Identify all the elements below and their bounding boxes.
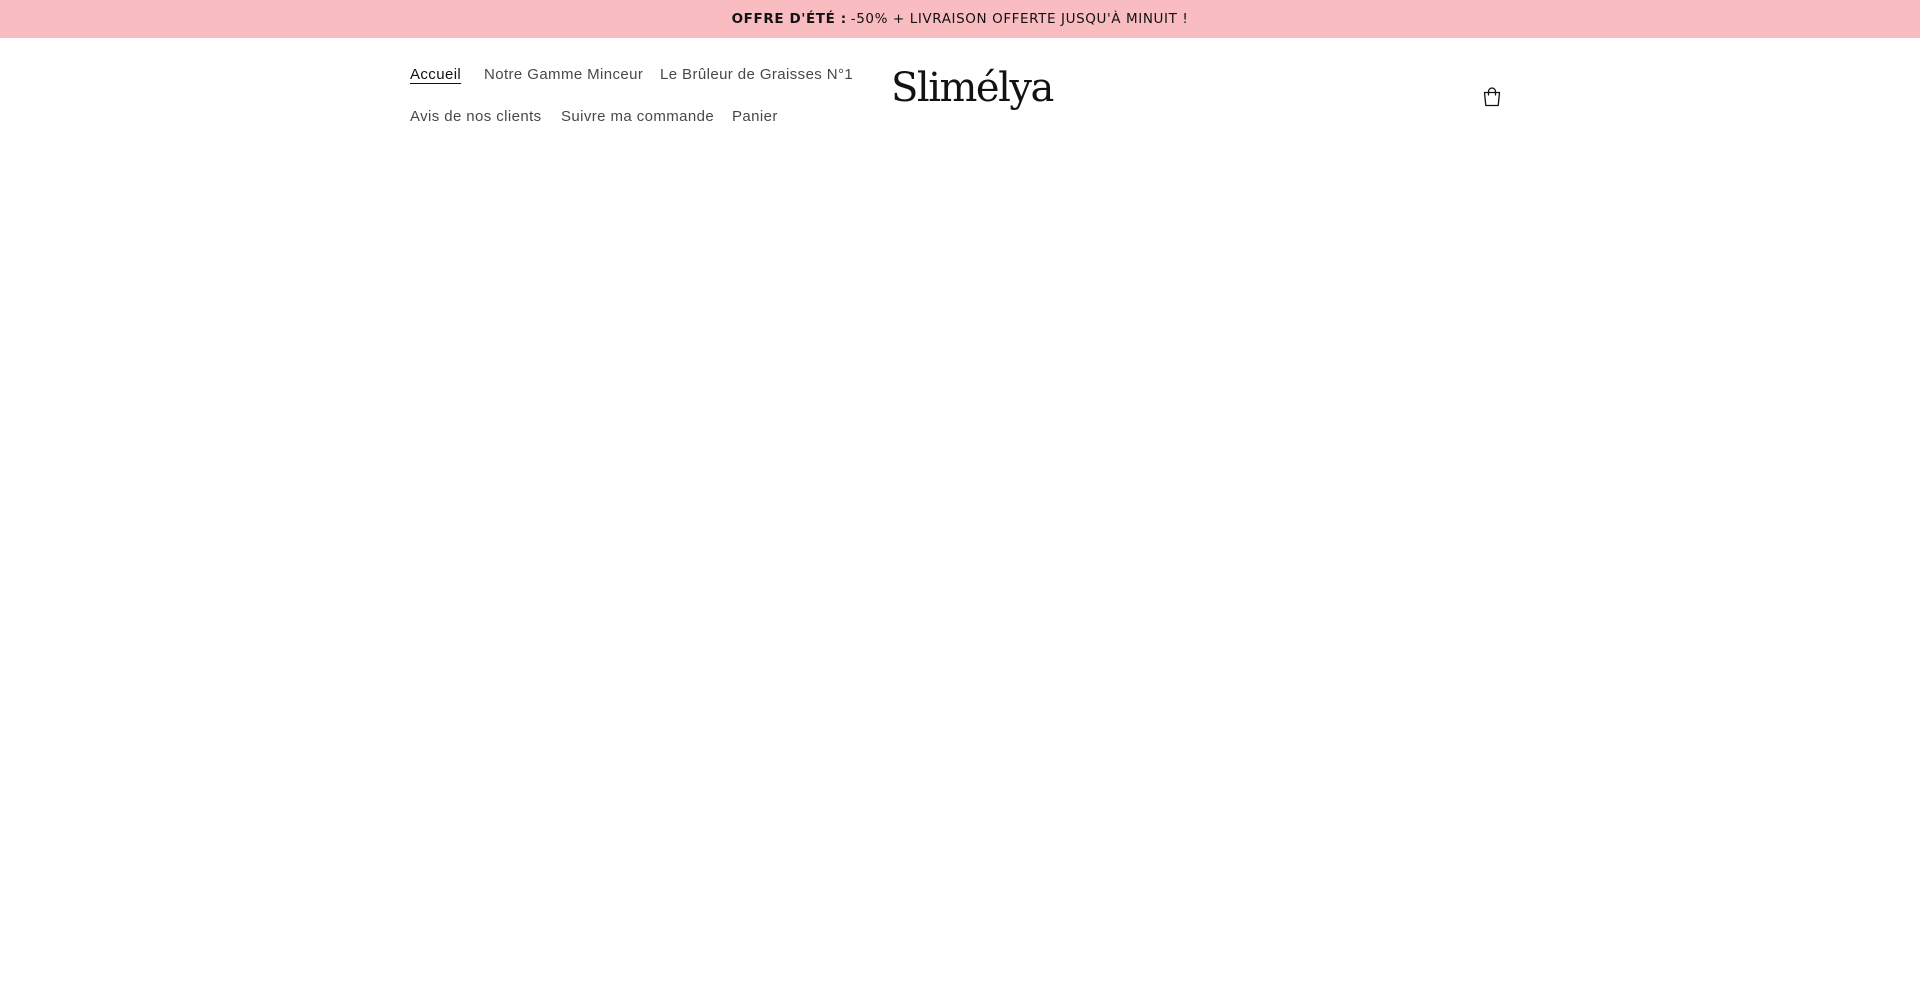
nav-item-panier[interactable]: Panier [732, 108, 778, 125]
cart-icon [1483, 87, 1501, 107]
nav-item-bruleur-de-graisses[interactable]: Le Brûleur de Graisses N°1 [660, 66, 853, 83]
announcement-text: -50% + LIVRAISON OFFERTE JUSQU'À MINUIT … [850, 11, 1189, 27]
nav-item-suivre-commande[interactable]: Suivre ma commande [561, 108, 714, 125]
announcement-strong: OFFRE D'ÉTÉ : [731, 11, 847, 27]
site-logo[interactable]: Slimélya [891, 68, 1054, 108]
nav-item-notre-gamme-minceur[interactable]: Notre Gamme Minceur [484, 66, 643, 83]
announcement-bar: OFFRE D'ÉTÉ : -50% + LIVRAISON OFFERTE J… [0, 0, 1920, 38]
cart-button[interactable] [1478, 83, 1506, 111]
site-header: Accueil Notre Gamme Minceur Le Brûleur d… [0, 38, 1920, 152]
nav-item-avis-clients[interactable]: Avis de nos clients [410, 108, 542, 125]
nav-item-accueil[interactable]: Accueil [410, 66, 461, 83]
